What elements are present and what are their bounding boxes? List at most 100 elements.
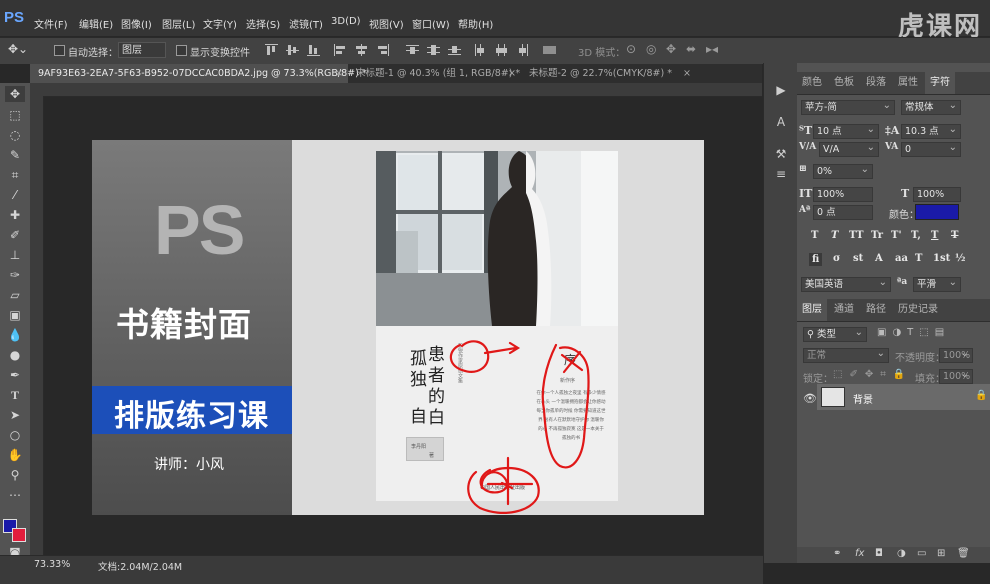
tab-channels[interactable]: 通道 [829, 299, 859, 321]
align-vcenter-icon[interactable] [286, 44, 299, 56]
link-layers-icon[interactable]: ⚭ [833, 548, 841, 559]
tab-layers[interactable]: 图层 [797, 299, 827, 321]
stamp-tool-icon[interactable]: ⊥ [5, 247, 25, 263]
menu-image[interactable]: 图像(I) [121, 16, 152, 31]
layer-filter-icons[interactable]: ▣◑T⬚▤ [877, 327, 950, 338]
background-color-swatch[interactable] [12, 528, 26, 542]
tracking-field[interactable]: 0 [901, 142, 961, 157]
auto-align-icon[interactable] [543, 44, 556, 56]
new-group-icon[interactable]: ▭ [917, 548, 926, 559]
leading-field[interactable]: 10.3 点 [901, 124, 961, 139]
3d-roll-icon[interactable]: ◎ [646, 42, 656, 56]
faux-bold-button[interactable]: T [811, 230, 818, 241]
history-brush-tool-icon[interactable]: ✑ [5, 267, 25, 283]
auto-select-dropdown[interactable]: 图层 [118, 42, 166, 58]
adjustment-layer-icon[interactable]: ◑ [897, 548, 906, 559]
lasso-tool-icon[interactable]: ◌ [5, 127, 25, 143]
eraser-tool-icon[interactable]: ▱ [5, 287, 25, 303]
swash-button[interactable]: st [853, 253, 863, 264]
document-canvas[interactable]: PS 书籍封面 排版练习课 讲师：小风 孤独 患者的白 自 新锐作家原创文集 李… [92, 140, 704, 515]
small-caps-button[interactable]: Tr [871, 230, 883, 241]
distribute-bottom-icon[interactable] [448, 44, 461, 56]
move-tool-icon[interactable]: ✥ [5, 86, 25, 102]
tab-document-2[interactable]: 未标题-1 @ 40.3% (组 1, RGB/8#) * × [348, 64, 521, 83]
blur-tool-icon[interactable]: 💧 [5, 327, 25, 343]
3d-slide-icon[interactable]: ⬌ [686, 42, 696, 56]
underline-button[interactable]: T [931, 230, 938, 241]
add-mask-icon[interactable]: ◘ [875, 548, 883, 559]
3d-pan-icon[interactable]: ✥ [666, 42, 676, 56]
baseline-shift-field[interactable]: 0 点 [813, 205, 873, 220]
3d-rotate-icon[interactable]: ⊙ [626, 42, 636, 56]
fractions-button[interactable]: ½ [955, 253, 965, 264]
dodge-tool-icon[interactable]: ● [5, 347, 25, 363]
language-dropdown[interactable]: 美国英语 [801, 277, 891, 292]
adjustments-icon[interactable]: ≡ [773, 167, 789, 181]
align-top-icon[interactable] [265, 44, 278, 56]
menu-type[interactable]: 文字(Y) [203, 16, 237, 31]
zoom-tool-icon[interactable]: ⚲ [5, 467, 25, 483]
distribute-top-icon[interactable] [406, 44, 419, 56]
quick-select-tool-icon[interactable]: ✎ [5, 147, 25, 163]
font-style-dropdown[interactable]: 常规体 [901, 100, 961, 115]
all-caps-button[interactable]: TT [849, 230, 864, 241]
tab-paths[interactable]: 路径 [861, 299, 891, 321]
auto-select-checkbox[interactable] [54, 45, 65, 56]
fill-field[interactable]: 100% [939, 369, 973, 384]
gradient-tool-icon[interactable]: ▣ [5, 307, 25, 323]
distribute-right-icon[interactable] [516, 44, 529, 56]
move-tool-icon[interactable]: ✥⌄ [8, 42, 28, 56]
ligatures-button[interactable]: fi [809, 253, 823, 266]
tab-document-1[interactable]: 9AF93E63-2EA7-5F63-B952-07DCCAC0BDA2.jpg… [30, 64, 367, 83]
tab-swatches[interactable]: 色板 [829, 72, 859, 94]
faux-italic-button[interactable]: T [831, 230, 838, 241]
align-right-icon[interactable] [376, 44, 389, 56]
font-size-field[interactable]: 10 点 [813, 124, 879, 139]
brush-tool-icon[interactable]: ✐ [5, 227, 25, 243]
shape-tool-icon[interactable]: ○ [5, 427, 25, 443]
tab-paragraph[interactable]: 段落 [861, 72, 891, 94]
3d-scale-icon[interactable]: ▸◂ [706, 42, 718, 56]
path-select-tool-icon[interactable]: ➤ [5, 407, 25, 423]
layer-filter-dropdown[interactable]: ⚲ 类型 [803, 327, 867, 342]
strikethrough-button[interactable]: T [951, 230, 958, 241]
close-icon[interactable]: × [508, 64, 516, 83]
play-icon[interactable]: ▶ [773, 83, 789, 97]
superscript-button[interactable]: T' [891, 230, 902, 241]
vertical-scale-field[interactable]: 100% [813, 187, 873, 202]
old-style-button[interactable]: σ [833, 253, 840, 264]
menu-edit[interactable]: 编辑(E) [79, 16, 113, 31]
distribute-vcenter-icon[interactable] [427, 44, 440, 56]
menu-3d[interactable]: 3D(D) [331, 16, 361, 27]
ordinals-button[interactable]: 1st [933, 253, 950, 264]
tab-history[interactable]: 历史记录 [893, 299, 943, 321]
subscript-button[interactable]: T, [911, 230, 921, 241]
horizontal-scale-field[interactable]: 100% [913, 187, 961, 202]
eyedropper-tool-icon[interactable]: ⁄ [5, 187, 25, 203]
blend-mode-dropdown[interactable]: 正常 [803, 348, 889, 363]
text-color-swatch[interactable] [915, 204, 959, 220]
menu-file[interactable]: 文件(F) [34, 16, 68, 31]
menu-select[interactable]: 选择(S) [246, 16, 280, 31]
distribute-left-icon[interactable] [474, 44, 487, 56]
zoom-level[interactable]: 73.33% [34, 559, 70, 570]
titling-alternates-button[interactable]: aa [895, 253, 908, 264]
tab-color[interactable]: 颜色 [797, 72, 827, 94]
close-icon[interactable]: × [335, 64, 343, 83]
menu-help[interactable]: 帮助(H) [458, 16, 493, 31]
antialias-dropdown[interactable]: 平滑 [913, 277, 961, 292]
tab-document-3[interactable]: 未标题-2 @ 22.7%(CMYK/8#) * × [521, 64, 696, 83]
layer-row[interactable]: 背景 🔒 [817, 384, 990, 410]
new-layer-icon[interactable]: ⊞ [937, 548, 945, 559]
align-hcenter-icon[interactable] [355, 44, 368, 56]
pen-tool-icon[interactable]: ✒ [5, 367, 25, 383]
lock-icons[interactable]: ⬚✐✥⌗🔒 [833, 369, 912, 380]
close-icon[interactable]: × [683, 64, 691, 83]
distribute-hcenter-icon[interactable] [495, 44, 508, 56]
font-family-dropdown[interactable]: 苹方-简 [801, 100, 895, 115]
marquee-tool-icon[interactable]: ⬚ [5, 107, 25, 123]
character-panel-icon[interactable]: A [773, 115, 789, 129]
menu-layer[interactable]: 图层(L) [162, 16, 195, 31]
crop-tool-icon[interactable]: ⌗ [5, 167, 25, 183]
healing-tool-icon[interactable]: ✚ [5, 207, 25, 223]
